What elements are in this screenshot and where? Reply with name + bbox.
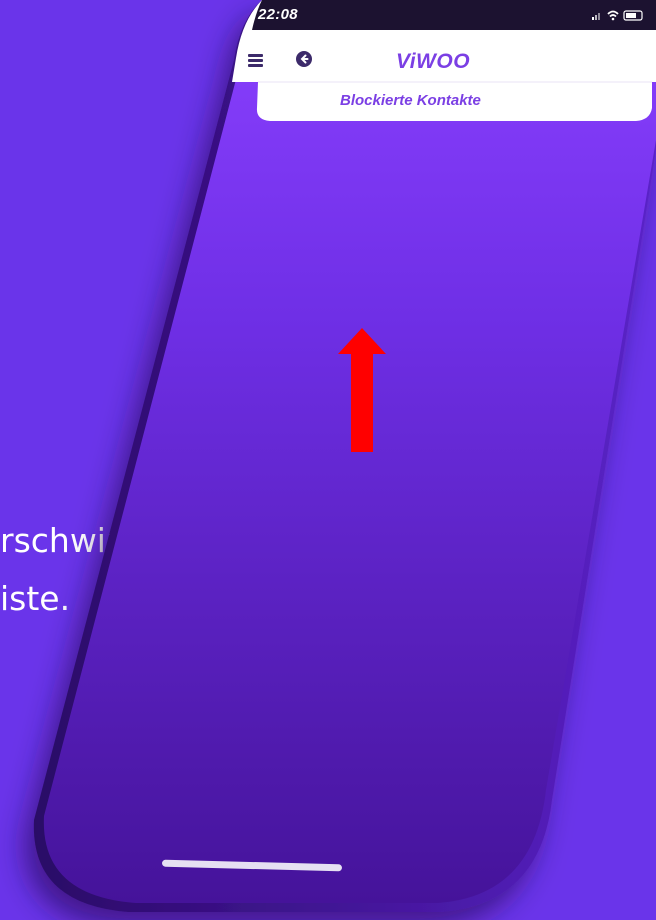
hamburger-menu-icon[interactable] [248,52,266,68]
phone-frame [33,0,656,912]
status-icons [592,10,643,21]
battery-icon [623,10,643,21]
app-header: ViWOO [232,42,656,86]
page-title: Blockierte Kontakte [340,92,481,109]
subheader: Blockierte Kontakte [258,82,650,120]
phone-device: 22:08 ViWOO Blockierte Kontakte [0,0,656,920]
app-logo: ViWOO [396,50,471,73]
wifi-icon [607,10,619,21]
status-time: 22:08 [258,6,298,23]
red-up-arrow-icon [338,328,386,452]
signal-icon [592,13,600,20]
back-arrow-icon[interactable] [296,51,312,67]
